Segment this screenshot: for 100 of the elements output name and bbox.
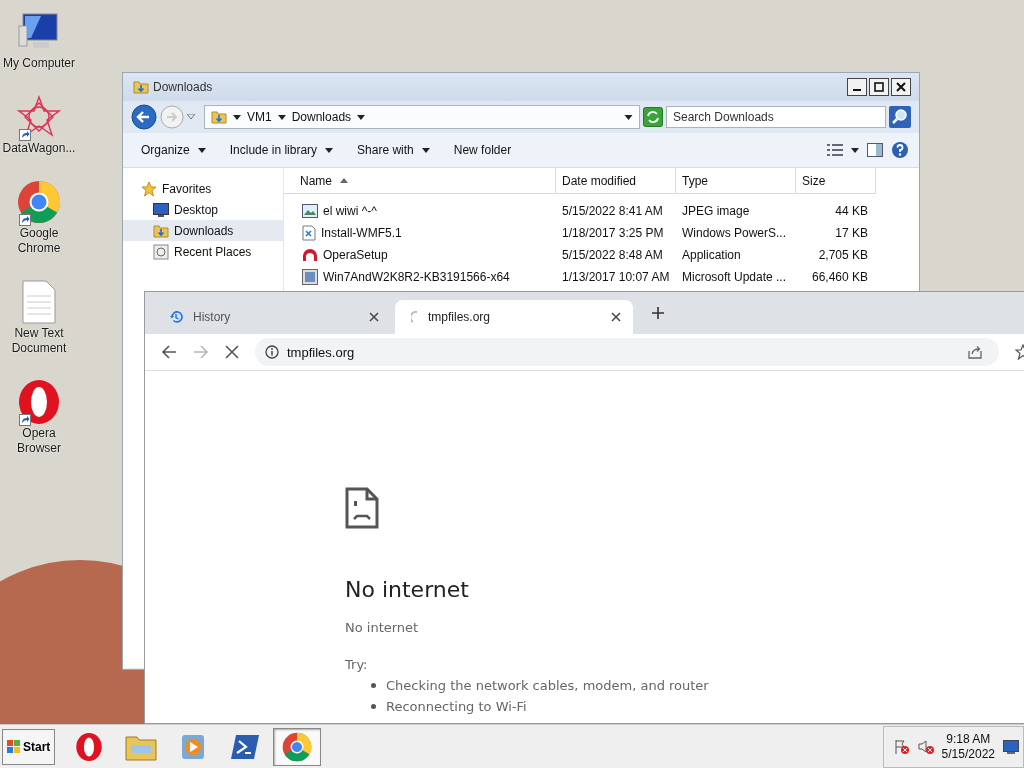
star-icon	[141, 180, 157, 197]
update-package-icon	[302, 269, 318, 285]
table-cell-text: JPEG image	[681, 204, 751, 218]
desktop-icon-label[interactable]: Google Chrome	[0, 226, 78, 256]
preview-pane-icon[interactable]	[867, 143, 883, 157]
close-button[interactable]	[891, 78, 911, 96]
clock-date[interactable]: 5/15/2022	[941, 746, 995, 762]
media-player-icon	[181, 733, 206, 760]
nav-item[interactable]: Downloads	[123, 220, 283, 241]
toolbar-button[interactable]: New folder	[449, 140, 516, 160]
folder-icon	[133, 80, 149, 94]
powershell-icon	[230, 733, 261, 760]
bullet-icon	[371, 704, 376, 709]
show-desktop-icon[interactable]	[1003, 739, 1019, 754]
nav-item[interactable]: Favorites	[123, 178, 283, 199]
help-icon[interactable]	[891, 141, 909, 159]
maximize-icon	[874, 82, 884, 92]
desktop-icon-label[interactable]: Opera Browser	[0, 426, 78, 456]
table-cell-text: Windows PowerS...	[681, 226, 788, 240]
search-icon[interactable]	[889, 106, 911, 128]
toolbar-button[interactable]: Share with	[353, 140, 434, 160]
taskbar-app-button[interactable]	[273, 727, 322, 766]
table-cell-text: 1/18/2017 3:25 PM	[561, 226, 665, 240]
suggestion-text: Reconnecting to Wi-Fi	[386, 699, 527, 714]
toolbar-button[interactable]: Include in library	[225, 140, 338, 160]
recent-places-icon	[153, 243, 169, 260]
share-icon[interactable]	[967, 345, 983, 359]
new-tab-icon[interactable]	[651, 306, 665, 320]
caret-icon[interactable]	[233, 114, 241, 120]
caret-icon	[197, 147, 206, 153]
refresh-icon[interactable]	[643, 107, 663, 127]
close-icon[interactable]	[611, 312, 621, 322]
loading-spinner-icon	[411, 311, 418, 323]
caret-icon[interactable]	[624, 114, 633, 120]
browser-tab[interactable]: tmpfiles.org	[395, 300, 633, 334]
opera-icon[interactable]	[17, 379, 61, 425]
caret-icon	[421, 147, 430, 153]
caret-icon[interactable]	[851, 147, 859, 153]
caret-icon	[325, 147, 334, 153]
table-cell-text: Application	[681, 248, 742, 262]
table-cell-text: 2,705 KB	[817, 248, 869, 262]
clock-time[interactable]: 9:18 AM	[946, 731, 991, 747]
start-button[interactable]: Start	[2, 728, 56, 765]
back-arrow-icon[interactable]	[161, 344, 177, 360]
chrome-icon[interactable]	[17, 180, 61, 224]
address-bar[interactable]: tmpfiles.org	[255, 338, 999, 366]
stop-icon[interactable]	[225, 345, 239, 359]
table-cell-text: 5/15/2022 8:41 AM	[561, 204, 664, 218]
table-cell-text: 5/15/2022 8:48 AM	[561, 248, 664, 262]
search-field[interactable]: Search Downloads	[666, 106, 886, 128]
desktop-icon-label[interactable]: DataWagon...	[0, 141, 78, 156]
installer-icon	[302, 248, 318, 262]
folder-icon	[211, 110, 227, 124]
image-file-icon	[302, 204, 318, 218]
file-name[interactable]: Win7AndW2K8R2-KB3191566-x64	[323, 270, 510, 284]
sort-arrow-icon	[340, 178, 348, 183]
info-icon[interactable]	[265, 345, 279, 359]
bullet-icon	[371, 683, 376, 688]
table-cell-text: 66,460 KB	[810, 270, 869, 284]
minimize-icon	[853, 89, 861, 91]
caret-icon[interactable]	[357, 114, 366, 120]
column-header[interactable]: Name	[284, 168, 556, 194]
desktop-icon-label[interactable]: New Text Document	[0, 326, 78, 356]
file-name[interactable]: el wiwi ^-^	[323, 204, 377, 218]
chrome-icon	[282, 731, 313, 762]
browser-tab[interactable]: History	[153, 300, 391, 334]
flag-error-icon[interactable]	[893, 738, 910, 755]
sad-page-icon	[345, 487, 379, 529]
script-file-icon	[302, 225, 316, 241]
column-header[interactable]: Type	[676, 168, 796, 194]
minimize-button[interactable]	[847, 78, 867, 96]
maximize-button[interactable]	[869, 78, 889, 96]
close-icon[interactable]	[369, 312, 379, 322]
opera-icon	[75, 731, 104, 762]
table-cell-text: 44 KB	[834, 204, 869, 218]
nav-item[interactable]: Desktop	[123, 199, 283, 220]
column-header[interactable]: Date modified	[556, 168, 676, 194]
table-cell-text: 1/13/2017 10:07 AM	[561, 270, 671, 284]
folder-icon	[153, 223, 169, 238]
view-list-icon[interactable]	[827, 144, 843, 156]
speaker-muted-icon[interactable]	[917, 738, 934, 755]
file-name[interactable]: OperaSetup	[323, 248, 388, 262]
nav-item[interactable]: Recent Places	[123, 241, 283, 262]
desktop-icon	[153, 202, 169, 217]
desktop-icon-label[interactable]: My Computer	[0, 56, 78, 71]
caret-icon[interactable]	[277, 114, 286, 120]
address-bar[interactable]: VM1 Downloads	[204, 105, 640, 129]
url-text: tmpfiles.org	[287, 344, 355, 360]
windows-logo-icon	[7, 739, 21, 754]
breadcrumb-item[interactable]: VM1	[247, 110, 272, 124]
star-pattern-icon[interactable]	[17, 95, 61, 139]
file-name[interactable]: Install-WMF5.1	[321, 226, 402, 240]
table-cell-text: Microsoft Update ...	[681, 270, 788, 284]
toolbar-button[interactable]: Organize	[137, 140, 210, 160]
error-message: No internet	[345, 620, 419, 635]
column-header[interactable]: Size	[796, 168, 876, 194]
close-icon	[896, 82, 906, 92]
window-title: Downloads	[153, 80, 213, 94]
error-title: No internet	[345, 577, 469, 602]
breadcrumb-item[interactable]: Downloads	[291, 110, 352, 124]
